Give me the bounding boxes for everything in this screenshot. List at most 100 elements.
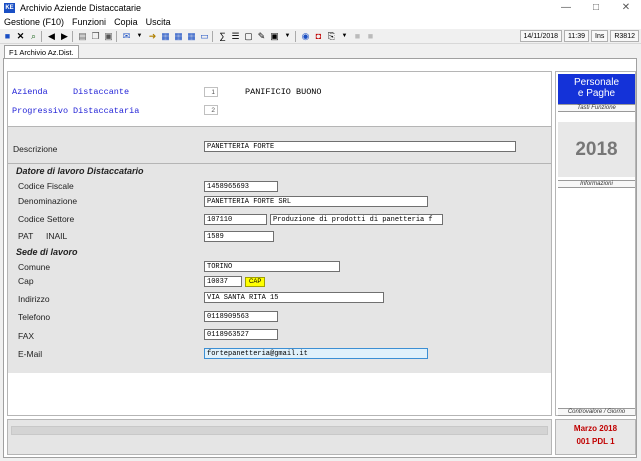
disabled-icon: ■ [367,31,374,41]
period-panel: Marzo 2018 001 PDL 1 [555,419,636,455]
delete-icon[interactable]: ✕ [15,31,26,42]
list-icon[interactable]: ☰ [230,31,241,42]
chevron-down-icon[interactable]: ▼ [339,31,350,42]
toolbar-separator [41,30,42,42]
period-month-year: Marzo 2018 [573,424,618,433]
menu-copia[interactable]: Copia [110,17,142,27]
denominazione-label: Denominazione [18,196,78,206]
comune-field[interactable]: TORINO [204,261,340,272]
right-panel: Personale e Paghe Tasti Funzione 2018 In… [555,71,636,416]
comune-label: Comune [18,262,51,272]
telefono-label: Telefono [18,312,51,322]
disabled-icon: ■ [354,31,361,41]
cap-button[interactable]: CAP [245,277,266,287]
grid-icon[interactable]: ▦ [160,31,171,42]
progressivo-number[interactable]: 2 [204,105,218,115]
personale-paghe-logo: Personale e Paghe [558,74,635,104]
date-display: 14/11/2018 [519,30,563,42]
codice-fiscale-field[interactable]: 1458965693 [204,181,278,192]
copy-icon[interactable]: ❐ [90,31,101,42]
email-field[interactable]: fortepanetteria@gmail.it [204,348,428,359]
fax-label: FAX [18,331,35,341]
form-area: Azienda Distaccante 1 PANIFICIO BUONO Pr… [7,71,552,416]
codice-settore-label: Codice Settore [18,214,75,224]
descrizione-field[interactable]: PANETTERIA FORTE [204,141,516,152]
table-icon[interactable]: ▦ [173,31,184,42]
descrizione-label: Descrizione [13,144,58,154]
paste-icon[interactable]: ▣ [103,31,114,42]
tasti-funzione-label: Tasti Funzione [558,104,635,112]
toolbar-separator [72,30,73,42]
keyboard-icon[interactable]: ▭ [199,31,210,42]
attach-icon[interactable]: ⎘ [326,31,337,42]
menu-bar: Gestione (F10) Funzioni Copia Uscita [0,15,641,29]
descrizione-section: Descrizione PANETTERIA FORTE [8,126,551,163]
azienda-label: Azienda [12,87,48,97]
year-display: 2018 [558,122,635,177]
search-icon[interactable]: ⌕ [28,31,39,42]
pat-label: PAT [18,231,34,241]
globe-icon[interactable]: ◉ [300,31,311,42]
indirizzo-label: Indirizzo [18,294,50,304]
toolbar: ■ ✕ ⌕ ◀ ▶ ▤ ❐ ▣ ✉ ▼ ➜ ▦ ▦ ▦ ▭ ∑ ☰ ▢ ✎ ▣ … [0,29,641,44]
distaccataria-label: Distaccataria [73,106,140,116]
cap-field[interactable]: 10037 [204,276,242,287]
edit-icon[interactable]: ✎ [256,31,267,42]
codice-fiscale-label: Codice Fiscale [18,181,74,191]
chevron-down-icon[interactable]: ▼ [282,31,293,42]
details-section: Datore di lavoro Distaccatario Codice Fi… [8,163,551,373]
settore-description: Produzione di prodotti di panetteria f [270,214,443,225]
toolbar-separator [212,30,213,42]
menu-gestione[interactable]: Gestione (F10) [0,17,68,27]
window-title: Archivio Aziende Distaccatarie [20,2,142,13]
formula-icon[interactable]: ∑ [217,31,228,42]
period-code: 001 PDL 1 [576,437,615,446]
fax-field[interactable]: 0118963527 [204,329,278,340]
arrow-right-icon[interactable]: ▶ [59,31,70,42]
mail-icon[interactable]: ✉ [121,31,132,42]
tab-archivio[interactable]: F1 Archivio Az.Dist. [4,45,79,58]
doc-icon[interactable]: ▢ [243,31,254,42]
toolbar-separator [295,30,296,42]
release-indicator: R3812 [610,30,639,42]
main-frame: Azienda Distaccante 1 PANIFICIO BUONO Pr… [3,58,637,458]
tab-bar: F1 Archivio Az.Dist. [0,44,641,58]
datore-section-title: Datore di lavoro Distaccatario [16,166,144,176]
calendar-icon[interactable]: ▦ [186,31,197,42]
logo-line2: e Paghe [577,88,616,99]
window-icon[interactable]: ▣ [269,31,280,42]
codice-settore-field[interactable]: 107110 [204,214,267,225]
logo-line1: Personale [573,77,620,88]
app-icon: KE [4,2,15,13]
menu-funzioni[interactable]: Funzioni [68,17,110,27]
import-icon[interactable]: ➜ [147,31,158,42]
sede-section-title: Sede di lavoro [16,247,78,257]
azienda-name: PANIFICIO BUONO [245,87,322,97]
indirizzo-field[interactable]: VIA SANTA RITA 15 [204,292,384,303]
email-label: E-Mail [18,349,43,359]
chevron-down-icon[interactable]: ▼ [134,31,145,42]
cap-label: Cap [18,276,34,286]
user-icon[interactable]: ◘ [313,31,324,42]
print-icon[interactable]: ▤ [77,31,88,42]
controvalore-label: Controvalore / Giorno [558,408,635,416]
time-display: 11:39 [564,30,590,42]
denominazione-field[interactable]: PANETTERIA FORTE SRL [204,196,428,207]
status-bar-inner [11,426,548,435]
telefono-field[interactable]: 0118909563 [204,311,278,322]
toolbar-separator [116,30,117,42]
minimize-button[interactable]: — [551,0,581,15]
save-icon[interactable]: ■ [2,31,13,42]
title-bar: KE Archivio Aziende Distaccatarie — □ ✕ [0,0,641,15]
menu-uscita[interactable]: Uscita [142,17,175,27]
close-button[interactable]: ✕ [611,0,641,15]
arrow-left-icon[interactable]: ◀ [46,31,57,42]
status-bar [7,419,552,455]
maximize-button[interactable]: □ [581,0,611,15]
progressivo-label: Progressivo [12,106,69,116]
informazioni-label: Informazioni [558,180,635,188]
azienda-number[interactable]: 1 [204,87,218,97]
pat-field[interactable]: 1589 [204,231,274,242]
ins-indicator: Ins [591,30,609,42]
header-section: Azienda Distaccante 1 PANIFICIO BUONO Pr… [8,72,551,124]
